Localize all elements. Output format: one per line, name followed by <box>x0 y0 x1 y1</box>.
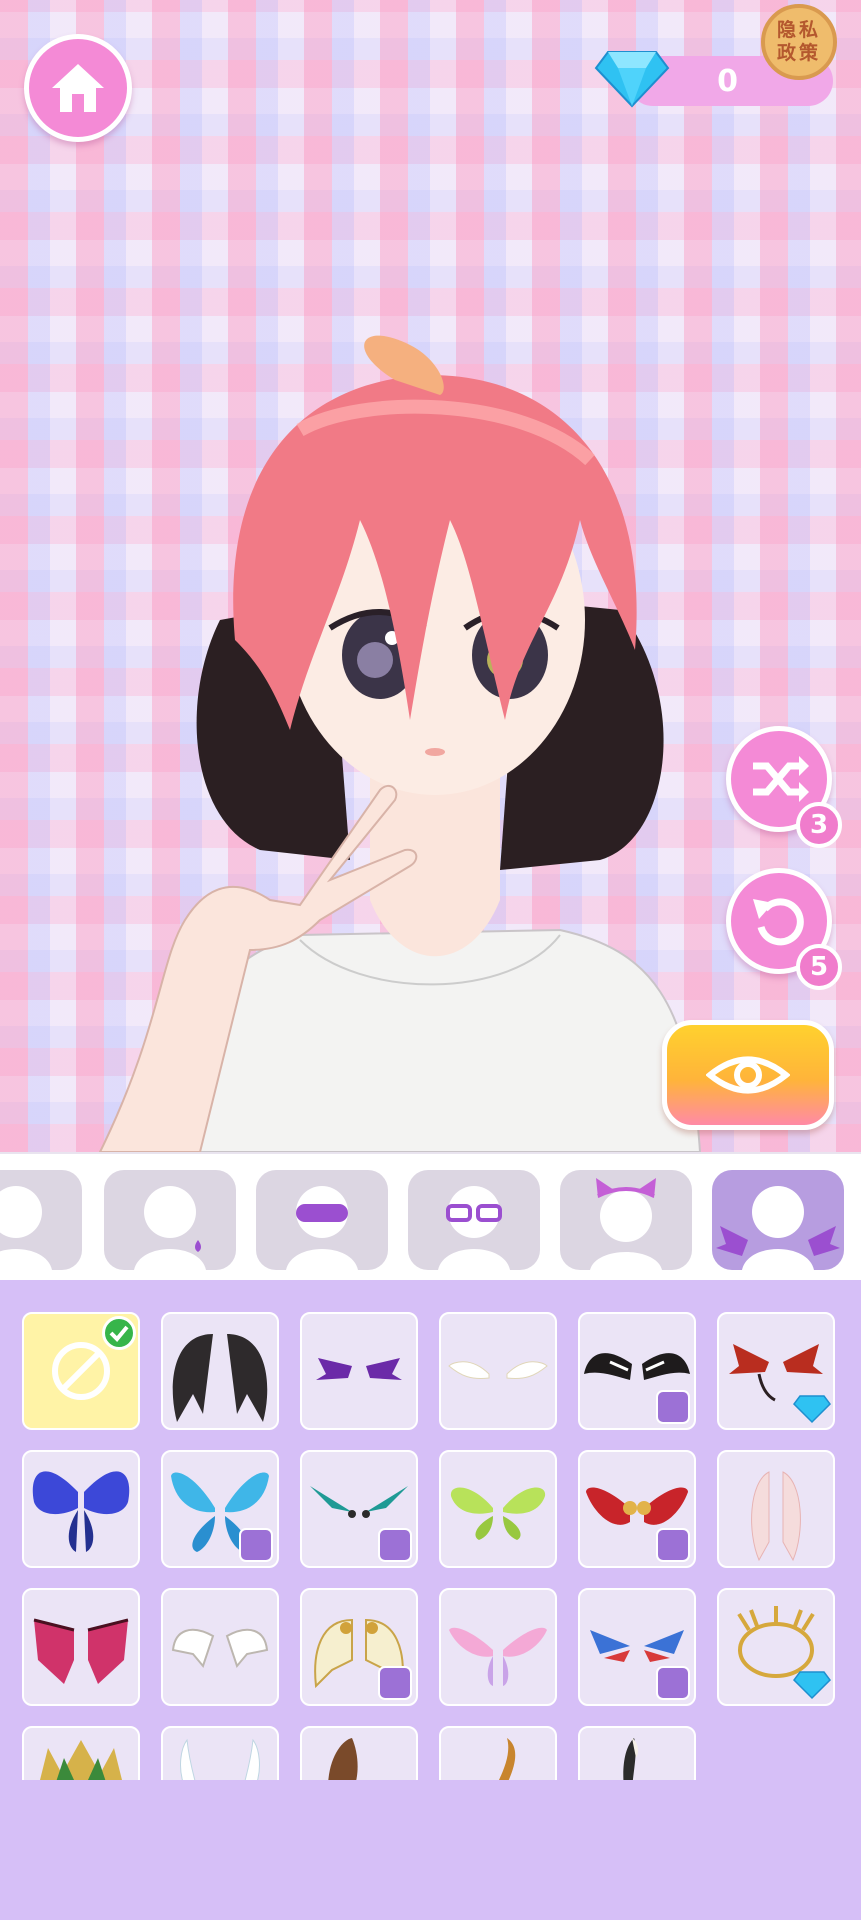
blue-butterfly-wings-icon <box>32 1471 130 1552</box>
character-stage: 0 隐私政策 3 5 <box>0 0 861 1152</box>
green-fairy-wings-icon <box>450 1487 546 1540</box>
shuffle-count-badge: 3 <box>796 802 842 848</box>
earring-icon <box>134 1186 206 1270</box>
item-small-purple-bat-wings[interactable] <box>300 1312 418 1430</box>
tab-eye-mask[interactable] <box>256 1170 388 1270</box>
item-fox-tail[interactable] <box>439 1726 557 1780</box>
item-gold-armor-wings[interactable] <box>300 1588 418 1706</box>
mannequin-head-icon <box>0 1186 52 1270</box>
locked-ad-icon <box>656 1666 690 1700</box>
item-dark-tail[interactable] <box>578 1726 696 1780</box>
locked-ad-icon <box>239 1528 273 1562</box>
brown-ears-icon <box>328 1738 358 1780</box>
item-green-fairy-wings[interactable] <box>439 1450 557 1568</box>
white-wings-icon <box>448 1361 548 1379</box>
item-grid <box>0 1280 861 1780</box>
eye-mask-icon <box>286 1186 358 1270</box>
cat-ears-icon <box>590 1178 662 1270</box>
item-pink-feather-wings[interactable] <box>717 1450 835 1568</box>
item-blue-red-mini-wings[interactable] <box>578 1588 696 1706</box>
home-icon <box>52 64 104 112</box>
item-gold-green-crown[interactable] <box>22 1726 140 1780</box>
item-none[interactable] <box>22 1312 140 1430</box>
tab-glasses[interactable] <box>408 1170 540 1270</box>
item-red-gold-wings[interactable] <box>578 1450 696 1568</box>
privacy-policy-label: 隐私政策 <box>776 19 821 64</box>
gold-green-crown-icon <box>40 1740 122 1780</box>
locked-ad-icon <box>378 1666 412 1700</box>
locked-ad-icon <box>378 1528 412 1562</box>
eye-icon <box>706 1056 790 1094</box>
item-white-horns[interactable] <box>161 1726 279 1780</box>
category-tab-bar <box>0 1152 861 1282</box>
privacy-policy-button[interactable]: 隐私政策 <box>761 4 837 80</box>
pink-fairy-wings-icon <box>449 1627 547 1686</box>
undo-icon <box>753 898 804 946</box>
item-brown-ears[interactable] <box>300 1726 418 1780</box>
character-avatar <box>98 335 702 1152</box>
home-button[interactable] <box>24 34 132 142</box>
crimson-bat-wings-icon <box>33 1618 129 1684</box>
locked-ad-icon <box>656 1390 690 1424</box>
item-white-line-wings[interactable] <box>161 1588 279 1706</box>
shuffle-icon <box>753 756 809 802</box>
item-red-demon-wings[interactable] <box>717 1312 835 1430</box>
dark-tail-icon <box>623 1738 639 1780</box>
item-gold-halo-ring[interactable] <box>717 1588 835 1706</box>
item-pink-fairy-wings[interactable] <box>439 1588 557 1706</box>
diamond-price-icon <box>793 1671 831 1700</box>
gem-count: 0 <box>717 64 738 99</box>
pink-feather-wings-icon <box>751 1471 801 1562</box>
tab-wings[interactable] <box>712 1170 844 1270</box>
item-black-feather-wings[interactable] <box>161 1312 279 1430</box>
item-small-white-wings[interactable] <box>439 1312 557 1430</box>
diamond-icon <box>594 51 670 108</box>
preview-button[interactable] <box>662 1020 834 1130</box>
item-cyan-fairy-wings[interactable] <box>161 1450 279 1568</box>
tab-headwear[interactable] <box>560 1170 692 1270</box>
tab-hair-back[interactable] <box>0 1170 82 1270</box>
bottom-panel-background <box>0 1780 861 1920</box>
locked-ad-icon <box>656 1528 690 1562</box>
black-feather-wings-icon <box>172 1334 268 1422</box>
purple-bat-wings-icon <box>316 1358 402 1380</box>
white-line-wings-icon <box>171 1628 269 1669</box>
diamond-price-icon <box>793 1395 831 1424</box>
item-black-white-wings[interactable] <box>578 1312 696 1430</box>
selected-check-icon <box>102 1316 136 1350</box>
wings-icon <box>716 1186 840 1270</box>
item-teal-mech-wings[interactable] <box>300 1450 418 1568</box>
tab-earring[interactable] <box>104 1170 236 1270</box>
item-crimson-bat-wings[interactable] <box>22 1588 140 1706</box>
white-horns-icon <box>180 1738 260 1780</box>
glasses-icon <box>438 1186 510 1270</box>
item-blue-butterfly-wings[interactable] <box>22 1450 140 1568</box>
fox-tail-icon <box>498 1738 516 1780</box>
undo-count-badge: 5 <box>796 944 842 990</box>
